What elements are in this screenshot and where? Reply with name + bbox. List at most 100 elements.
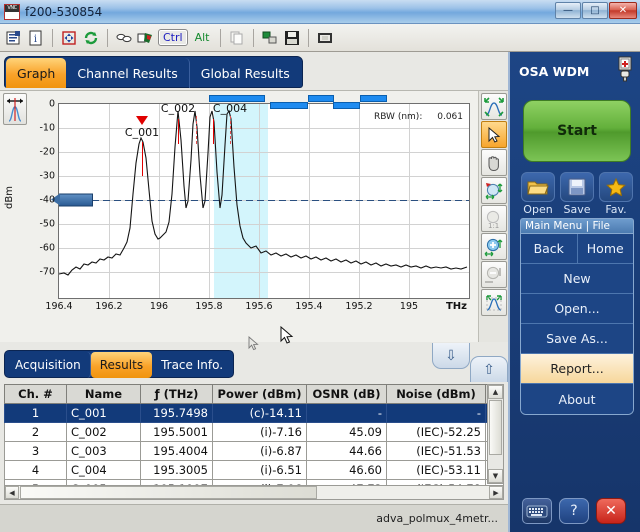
scroll-left-arrow[interactable]: ◀ — [5, 486, 19, 499]
toolbar-divider — [308, 28, 310, 47]
nav-home-button[interactable]: Home — [577, 234, 633, 264]
x-tick: 195.8 — [195, 301, 223, 312]
vnc-window: VNC f200-530854 — □ ✕ i Ctrl Alt Graph C… — [0, 0, 640, 532]
ctrl-alt-del-icon[interactable] — [136, 28, 156, 48]
nav-back-button[interactable]: Back — [521, 234, 578, 264]
save-icon[interactable] — [282, 28, 302, 48]
scroll-right-arrow[interactable]: ▶ — [489, 486, 503, 499]
favorites-button[interactable]: Fav. — [599, 172, 633, 216]
horizontal-scroll-thumb[interactable] — [20, 486, 317, 499]
star-favorite-icon — [599, 172, 633, 202]
expand-panel-button[interactable]: ⇧ — [470, 356, 508, 382]
scroll-down-arrow[interactable]: ▼ — [488, 469, 503, 483]
options-icon[interactable] — [4, 28, 24, 48]
menu-item-open[interactable]: Open... — [521, 294, 633, 324]
ctrl-toggle[interactable]: Ctrl — [158, 29, 188, 46]
tab-channel-results[interactable]: Channel Results — [66, 58, 190, 88]
cell-channel-number: 3 — [4, 441, 67, 461]
table-row[interactable]: 2 C_002 195.5001 (i)-7.16 45.09 (IEC)-52… — [4, 422, 504, 442]
tab-global-results[interactable]: Global Results — [190, 58, 301, 88]
alt-toggle[interactable]: Alt — [190, 29, 215, 46]
channel-bar — [209, 95, 265, 102]
peak-width-icon[interactable] — [3, 93, 27, 125]
window-titlebar: VNC f200-530854 — □ ✕ — [0, 0, 640, 24]
x-tick: 195 — [399, 301, 419, 312]
pan-hand-icon[interactable] — [480, 149, 507, 176]
col-noise[interactable]: Noise (dBm) — [386, 384, 486, 404]
table-row[interactable]: 4 C_004 195.3005 (i)-6.51 46.60 (IEC)-53… — [4, 460, 504, 480]
auto-scale-icon[interactable] — [480, 93, 507, 120]
main-tabs: Graph Channel Results Global Results — [4, 56, 303, 88]
open-button[interactable]: Open — [521, 172, 555, 216]
table-horizontal-scrollbar[interactable]: ◀ ▶ — [4, 485, 504, 500]
col-frequency[interactable]: ƒ (THz) — [140, 384, 213, 404]
channel-bar — [270, 102, 308, 109]
col-osnr[interactable]: OSNR (dB) — [306, 384, 387, 404]
zoom-out-icon[interactable] — [480, 261, 507, 288]
subtab-results[interactable]: Results — [90, 352, 153, 378]
col-name[interactable]: Name — [66, 384, 141, 404]
close-button[interactable]: ✕ — [609, 2, 637, 19]
menu-item-new[interactable]: New — [521, 264, 633, 294]
cell-noise: (IEC)-52.25 — [386, 422, 486, 442]
help-icon[interactable]: ? — [559, 498, 589, 524]
status-filename: adva_polmux_4metr... — [376, 512, 498, 525]
window-controls: — □ ✕ — [555, 2, 637, 19]
subtab-acquisition[interactable]: Acquisition — [6, 352, 91, 378]
table-vertical-scrollbar[interactable]: ▲ ▼ — [487, 384, 504, 484]
open-label: Open — [523, 203, 553, 216]
rbw-value: 0.061 — [437, 112, 463, 122]
floppy-save-icon — [560, 172, 594, 202]
channel-bar — [333, 102, 360, 109]
channel-results-table[interactable]: Ch. # Name ƒ (THz) Power (dBm) OSNR (dB)… — [4, 384, 504, 499]
col-channel-number[interactable]: Ch. # — [4, 384, 67, 404]
vertical-scroll-thumb[interactable] — [489, 400, 502, 455]
cell-osnr: 46.60 — [306, 460, 387, 480]
cell-frequency: 195.7498 — [140, 403, 213, 423]
collapse-panel-button[interactable]: ⇩ — [432, 343, 470, 369]
start-button[interactable]: Start — [523, 100, 631, 162]
x-tick: 196 — [149, 301, 169, 312]
window-icon[interactable] — [315, 28, 335, 48]
zoom-region-icon[interactable] — [480, 177, 507, 204]
connection-info-icon[interactable]: i — [26, 28, 46, 48]
menu-item-about[interactable]: About — [521, 384, 633, 414]
subtab-trace-info[interactable]: Trace Info. — [152, 352, 232, 378]
file-transfer-icon[interactable] — [260, 28, 280, 48]
save-button[interactable]: Save — [560, 172, 594, 216]
peak-stick — [142, 142, 143, 176]
send-keys-icon[interactable] — [114, 28, 134, 48]
sidebar-menu: Back Home New Open... Save As... Report.… — [520, 234, 634, 415]
marker-label-c001: C_001 — [124, 126, 160, 139]
y-tick: -50 — [39, 218, 55, 230]
trace-fit-icon[interactable] — [480, 289, 507, 316]
col-power[interactable]: Power (dBm) — [212, 384, 307, 404]
pointer-icon[interactable] — [480, 121, 507, 148]
save-label: Save — [563, 203, 591, 216]
exit-icon[interactable]: ✕ — [596, 498, 626, 524]
menu-breadcrumb: Main Menu | File — [520, 218, 634, 234]
zoom-reset-1to1-icon[interactable]: 1:1 — [480, 205, 507, 232]
maximize-button[interactable]: □ — [582, 2, 608, 19]
toolbar-divider — [107, 28, 108, 47]
cell-osnr: 44.66 — [306, 441, 387, 461]
refresh-icon[interactable] — [81, 28, 101, 48]
y-tick: -30 — [39, 170, 55, 182]
tab-graph[interactable]: Graph — [6, 58, 67, 88]
menu-item-report[interactable]: Report... — [521, 354, 633, 384]
folder-open-icon — [521, 172, 555, 202]
spectrum-plot[interactable]: C_001 C_002 C_004 RBW (nm): 0.061 0 -10 … — [39, 95, 470, 312]
cell-power: (i)-6.87 — [212, 441, 307, 461]
table-row[interactable]: 3 C_003 195.4004 (i)-6.87 44.66 (IEC)-51… — [4, 441, 504, 461]
minimize-button[interactable]: — — [555, 2, 581, 19]
table-row[interactable]: 1 C_001 195.7498 (c)-14.11 - - — [4, 403, 504, 423]
threshold-arrow[interactable] — [51, 193, 93, 207]
osa-application: Graph Channel Results Global Results C_0… — [0, 52, 640, 532]
menu-item-save-as[interactable]: Save As... — [521, 324, 633, 354]
fullscreen-icon[interactable] — [59, 28, 79, 48]
scroll-up-arrow[interactable]: ▲ — [488, 385, 503, 399]
svg-text:1:1: 1:1 — [488, 222, 499, 229]
sidebar: OSA WDM Start Open Save Fav. Main Menu |… — [508, 52, 640, 532]
zoom-in-icon[interactable] — [480, 233, 507, 260]
keyboard-icon[interactable] — [522, 498, 552, 524]
